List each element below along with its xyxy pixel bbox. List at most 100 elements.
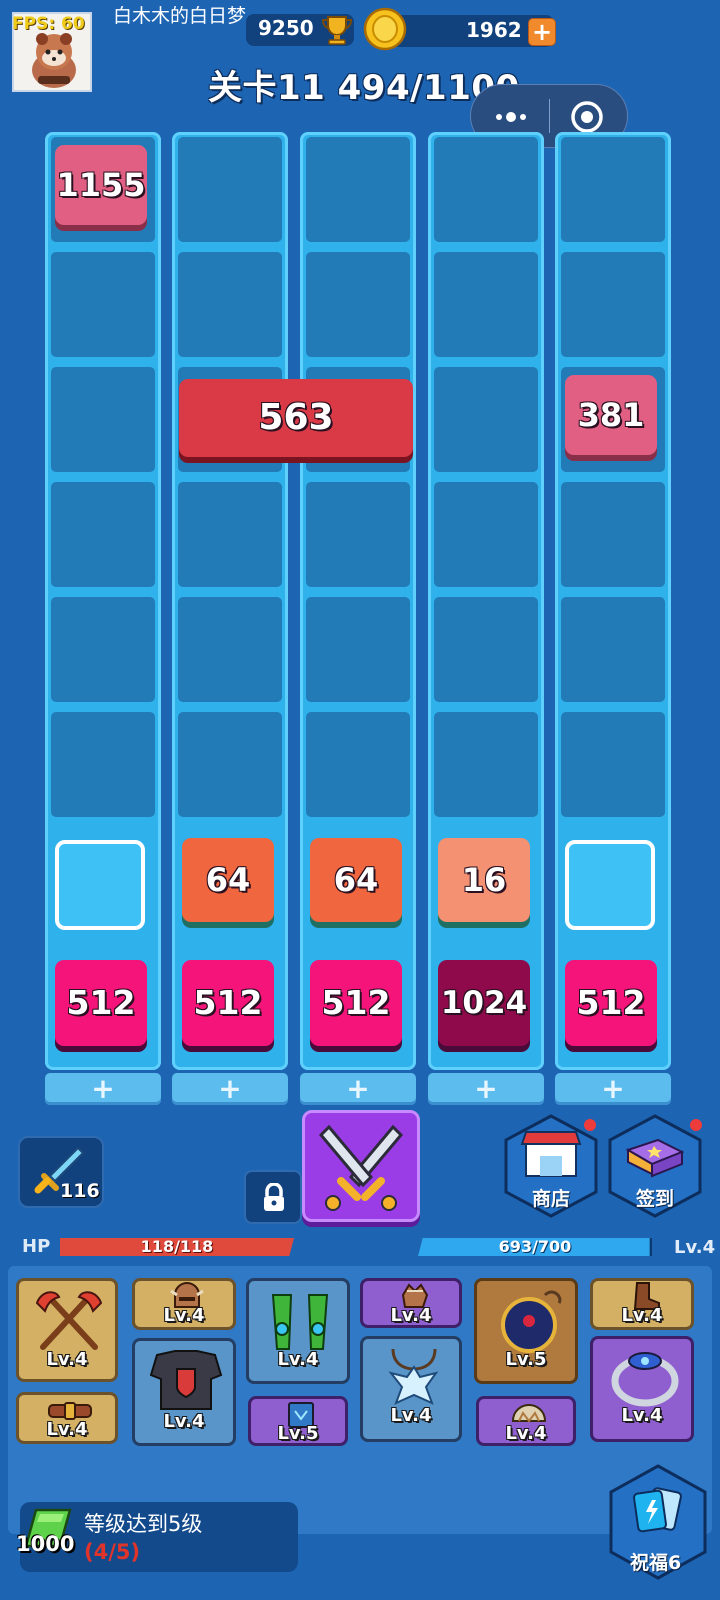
grid-cell bbox=[561, 597, 665, 702]
slot-tile[interactable]: 16 bbox=[438, 838, 530, 922]
sword-count: 116 bbox=[60, 1180, 100, 1202]
armor-icon bbox=[149, 1350, 223, 1410]
grid-cell bbox=[561, 252, 665, 357]
grid-cell bbox=[306, 252, 410, 357]
board-column[interactable] bbox=[428, 132, 544, 1070]
grid-cell bbox=[306, 137, 410, 242]
equip-bracers[interactable]: Lv.4 bbox=[246, 1278, 350, 1384]
number-tile: 1155 bbox=[55, 145, 147, 225]
equip-bomb[interactable]: Lv.5 bbox=[474, 1278, 578, 1384]
grid-cell bbox=[51, 482, 155, 587]
quest-title: 等级达到5级 bbox=[84, 1512, 203, 1536]
number-tile[interactable]: 512 bbox=[565, 960, 657, 1046]
equip-level: Lv.4 bbox=[163, 1305, 205, 1326]
coin-count: 1962 bbox=[466, 18, 522, 42]
signin-label: 签到 bbox=[636, 1188, 675, 1210]
grid-cell bbox=[51, 367, 155, 472]
equipment-panel: Lv.4 Lv.4 Lv.4 Lv.4 Lv.4 Lv.5 Lv.4 Lv.4 … bbox=[8, 1266, 712, 1534]
empty-drop-slot[interactable] bbox=[565, 840, 655, 930]
number-tile[interactable]: 1024 bbox=[438, 960, 530, 1046]
shop-button[interactable]: 商店 bbox=[504, 1114, 598, 1218]
hp-label: HP bbox=[22, 1236, 51, 1257]
grid-cell bbox=[51, 252, 155, 357]
blessing-label: 祝福6 bbox=[630, 1552, 682, 1574]
equip-belt[interactable]: Lv.4 bbox=[16, 1392, 118, 1444]
grid-cell bbox=[178, 252, 282, 357]
crossed-swords-icon bbox=[318, 1124, 404, 1211]
quest-reward-count: 1000 bbox=[16, 1532, 75, 1556]
equip-amulet[interactable]: Lv.4 bbox=[360, 1336, 462, 1442]
grid-cell bbox=[561, 137, 665, 242]
equip-axes[interactable]: Lv.4 bbox=[16, 1278, 118, 1382]
number-tile[interactable]: 512 bbox=[182, 960, 274, 1046]
grid-cell bbox=[51, 712, 155, 817]
grid-cell bbox=[178, 482, 282, 587]
add-coins-button[interactable]: + bbox=[528, 18, 556, 46]
grid-cell bbox=[434, 137, 538, 242]
wide-number-tile: 563 bbox=[179, 379, 413, 457]
ring-icon bbox=[611, 1352, 679, 1407]
equip-level: Lv.4 bbox=[621, 1405, 663, 1426]
bomb-icon bbox=[501, 1290, 562, 1353]
grid-cell bbox=[51, 597, 155, 702]
number-tile: 381 bbox=[565, 375, 657, 455]
equip-spellbook[interactable]: Lv.5 bbox=[248, 1396, 348, 1446]
shop-label: 商店 bbox=[532, 1188, 571, 1210]
trophy-icon bbox=[321, 16, 353, 45]
axes-icon bbox=[35, 1291, 103, 1350]
add-row-button[interactable]: + bbox=[45, 1073, 161, 1105]
bracers-icon bbox=[271, 1294, 329, 1350]
equip-armor[interactable]: Lv.4 bbox=[132, 1338, 236, 1446]
add-row-button[interactable]: + bbox=[555, 1073, 671, 1105]
lock-icon bbox=[264, 1183, 284, 1211]
equip-level: Lv.4 bbox=[46, 1419, 88, 1440]
more-dots-icon[interactable] bbox=[491, 105, 531, 129]
quest-progress: (4/5) bbox=[84, 1540, 141, 1564]
equip-glove[interactable]: Lv.4 bbox=[360, 1278, 462, 1328]
grid-cell bbox=[178, 597, 282, 702]
equip-boots[interactable]: Lv.4 bbox=[590, 1278, 694, 1330]
empty-drop-slot[interactable] bbox=[55, 840, 145, 930]
slot-tile[interactable]: 64 bbox=[182, 838, 274, 922]
equip-level: Lv.4 bbox=[390, 1405, 432, 1426]
player-level: Lv.4 bbox=[674, 1237, 716, 1258]
slot-tile[interactable]: 64 bbox=[310, 838, 402, 922]
grid-cell bbox=[434, 597, 538, 702]
equip-level: Lv.5 bbox=[277, 1423, 319, 1444]
shop-notification-dot bbox=[584, 1119, 596, 1131]
amulet-icon bbox=[388, 1348, 439, 1405]
fps-counter: FPS: 60 bbox=[12, 14, 85, 34]
equip-shoulder[interactable]: Lv.4 bbox=[476, 1396, 576, 1446]
equip-level: Lv.5 bbox=[505, 1349, 547, 1370]
gold-coin-icon bbox=[363, 7, 407, 51]
blessing-button[interactable]: 祝福6 bbox=[608, 1464, 708, 1582]
signin-notification-dot bbox=[690, 1119, 702, 1131]
grid-cell bbox=[178, 712, 282, 817]
equip-helmet[interactable]: Lv.4 bbox=[132, 1278, 236, 1330]
username: 白木木的白日梦 bbox=[113, 5, 247, 27]
grid-cell bbox=[306, 482, 410, 587]
trophy-count: 9250 bbox=[258, 16, 314, 40]
grid-cell bbox=[178, 137, 282, 242]
equip-ring[interactable]: Lv.4 bbox=[590, 1336, 694, 1442]
add-row-button[interactable]: + bbox=[300, 1073, 416, 1105]
grid-cell bbox=[306, 712, 410, 817]
equip-level: Lv.4 bbox=[621, 1305, 663, 1326]
equip-level: Lv.4 bbox=[163, 1411, 205, 1432]
board-column[interactable] bbox=[300, 132, 416, 1070]
grid-cell bbox=[561, 482, 665, 587]
number-tile[interactable]: 512 bbox=[310, 960, 402, 1046]
grid-cell bbox=[561, 712, 665, 817]
grid-cell bbox=[434, 482, 538, 587]
close-capsule-icon[interactable] bbox=[569, 99, 605, 135]
grid-cell bbox=[434, 712, 538, 817]
equip-level: Lv.4 bbox=[277, 1349, 319, 1370]
board-column[interactable] bbox=[172, 132, 288, 1070]
add-row-button[interactable]: + bbox=[172, 1073, 288, 1105]
lock-button[interactable] bbox=[244, 1170, 302, 1224]
grid-cell bbox=[434, 367, 538, 472]
add-row-button[interactable]: + bbox=[428, 1073, 544, 1105]
battle-button[interactable] bbox=[302, 1110, 420, 1222]
signin-button[interactable]: 签到 bbox=[608, 1114, 702, 1218]
number-tile[interactable]: 512 bbox=[55, 960, 147, 1046]
